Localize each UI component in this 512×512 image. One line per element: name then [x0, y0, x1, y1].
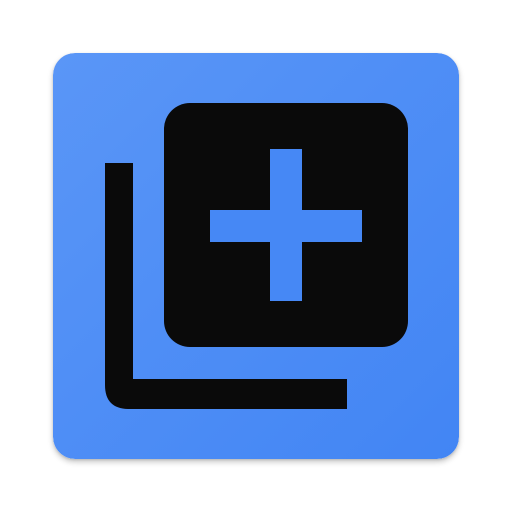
plus-horizontal-bar: [210, 210, 362, 242]
app-icon-graphic: [53, 53, 459, 459]
screenshot-canvas: [0, 0, 512, 512]
add-to-library-icon[interactable]: [53, 53, 459, 459]
